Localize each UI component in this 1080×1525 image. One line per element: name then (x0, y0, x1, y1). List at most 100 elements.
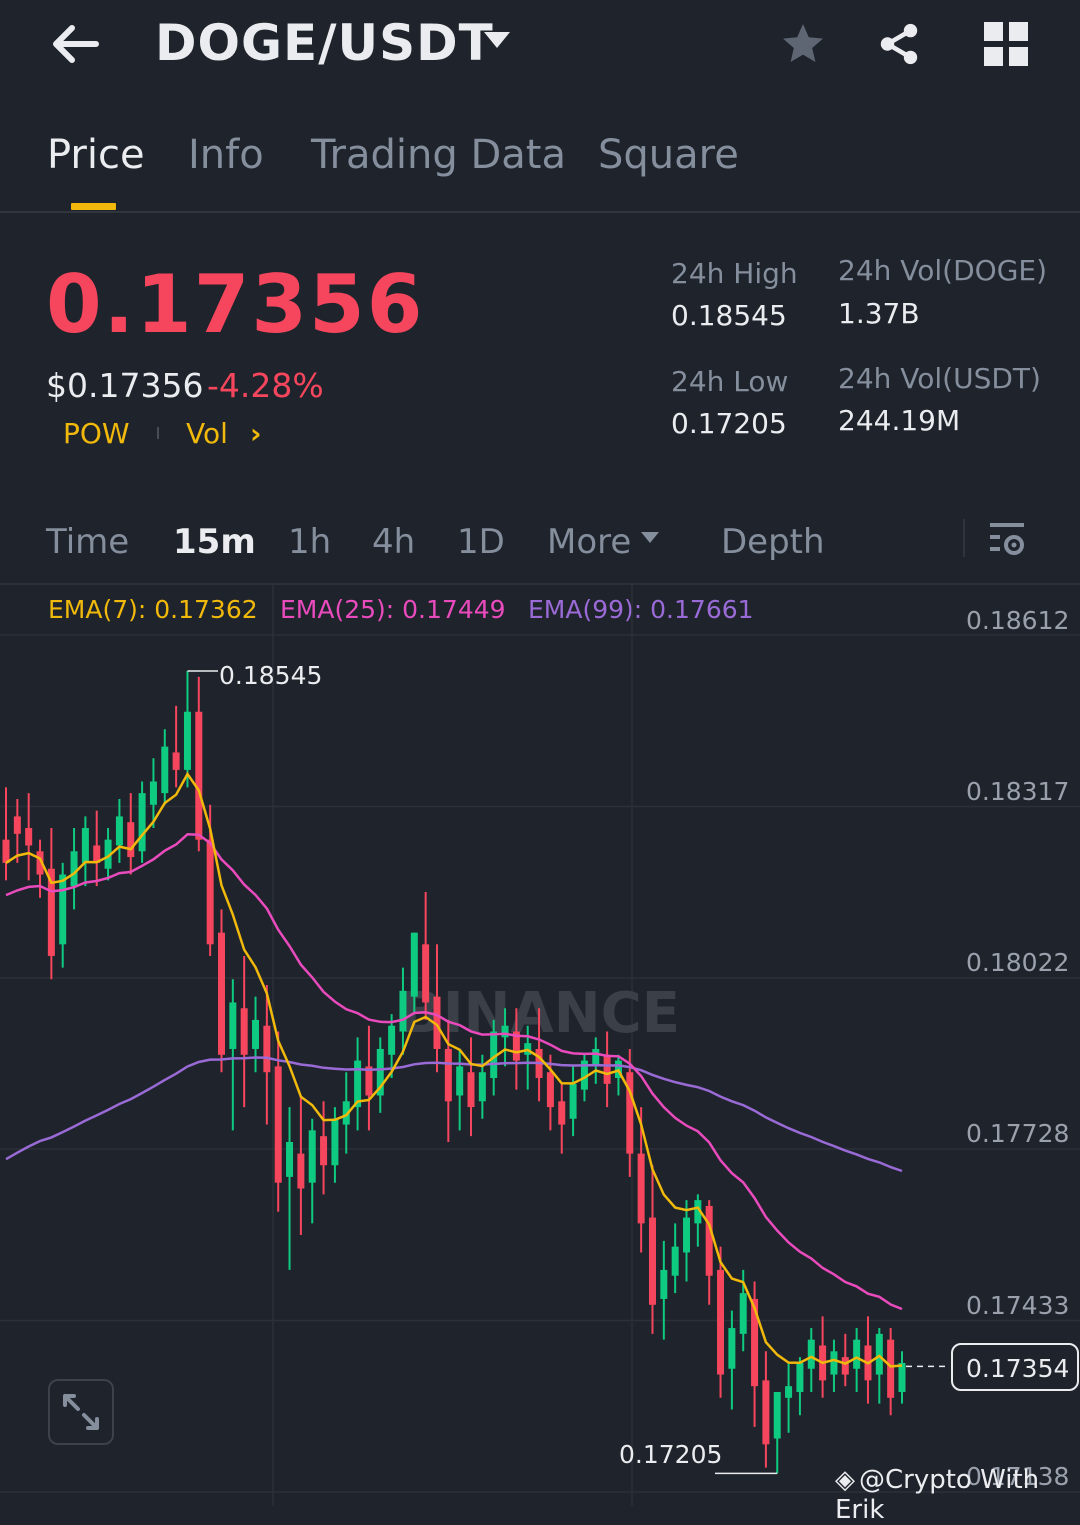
grid-icon[interactable] (984, 22, 1028, 66)
candle-body (172, 752, 180, 770)
candle-body (569, 1083, 577, 1119)
vol-usdt-label: 24h Vol(USDT) (838, 362, 1041, 395)
y-axis-label: 0.17728 (966, 1119, 1070, 1148)
tag-vol[interactable]: Vol (186, 417, 228, 450)
candle-body (456, 1066, 464, 1096)
star-icon[interactable] (778, 20, 828, 68)
candle-body (217, 932, 225, 1055)
candle-body (240, 1008, 248, 1055)
interval-separator (963, 519, 965, 557)
candle-body (331, 1118, 339, 1166)
candle-body (70, 851, 78, 887)
candle-body (13, 816, 21, 834)
tab-square[interactable]: Square (598, 132, 739, 178)
candle-body (229, 1002, 237, 1049)
active-tab-indicator (71, 203, 116, 210)
candlestick-chart[interactable]: BINANCE (0, 585, 1080, 1506)
candle-body (286, 1141, 294, 1177)
interval-time[interactable]: Time (46, 522, 129, 562)
binance-logo-icon: ◈ (835, 1465, 855, 1495)
interval-depth[interactable]: Depth (721, 522, 825, 562)
interval-4h[interactable]: 4h (372, 522, 415, 562)
candle-body (183, 711, 191, 770)
candle-body (320, 1136, 328, 1166)
candle-body (796, 1362, 804, 1392)
interval-1d[interactable]: 1D (457, 522, 505, 562)
candle-body (25, 828, 33, 846)
tab-price[interactable]: Price (47, 132, 145, 178)
tag-pow[interactable]: POW (63, 417, 130, 450)
candle-body (807, 1339, 815, 1369)
candle-body (660, 1269, 668, 1299)
candle-body (717, 1269, 725, 1375)
candle-body (467, 1072, 475, 1108)
candle-body (683, 1217, 691, 1253)
tab-info[interactable]: Info (188, 132, 264, 178)
price-change-percent: -4.28% (207, 366, 324, 405)
candle-body (81, 828, 89, 863)
candle-body (422, 944, 430, 1003)
chart-settings-icon[interactable] (988, 519, 1028, 559)
candle-body (592, 1048, 600, 1067)
pair-dropdown-caret-icon[interactable] (484, 32, 510, 48)
candle-body (875, 1333, 883, 1375)
candle-body (898, 1362, 906, 1392)
interval-1h[interactable]: 1h (288, 522, 331, 562)
back-arrow-icon[interactable] (50, 22, 100, 66)
candle-body (308, 1130, 316, 1183)
low-label: 24h Low (671, 365, 789, 398)
creator-watermark: ◈ @Crypto With Erik (835, 1465, 1040, 1525)
interval-more[interactable]: More (547, 522, 631, 562)
candle-body (603, 1054, 611, 1084)
ema99-line (5, 1056, 903, 1173)
candle-body (830, 1351, 838, 1375)
candle-body (501, 1025, 509, 1038)
candle-body (263, 1025, 271, 1073)
max-price-marker: 0.18545 (219, 661, 323, 690)
candle-body (206, 839, 214, 945)
expand-icon (63, 1394, 99, 1430)
candle-body (705, 1205, 713, 1276)
candle-body (648, 1217, 656, 1305)
y-axis-label: 0.18317 (966, 777, 1070, 806)
candle-body (115, 816, 123, 846)
high-value: 0.18545 (671, 299, 787, 332)
current-price-label: 0.17354 (966, 1354, 1070, 1383)
y-axis-label: 0.18022 (966, 948, 1070, 977)
min-price-marker: 0.17205 (619, 1440, 723, 1469)
candle-body (59, 874, 67, 945)
candle-body (671, 1246, 679, 1276)
candle-body (2, 839, 10, 863)
candle-body (127, 822, 135, 858)
candle-body (637, 1153, 645, 1224)
fullscreen-button[interactable] (48, 1379, 114, 1445)
vol-doge-value: 1.37B (838, 297, 920, 330)
candle-body (410, 932, 418, 997)
y-axis-label: 0.18612 (966, 606, 1070, 635)
low-value: 0.17205 (671, 407, 787, 440)
candle-body (274, 1066, 282, 1183)
candle-body (558, 1101, 566, 1125)
candle-body (399, 990, 407, 1032)
share-icon[interactable] (876, 20, 922, 68)
usd-price: $0.17356 (46, 366, 204, 405)
candle-body (195, 711, 203, 840)
tab-trading-data[interactable]: Trading Data (311, 132, 566, 178)
candle-body (887, 1339, 895, 1398)
candle-body (297, 1153, 305, 1189)
candle-body (773, 1391, 781, 1439)
candle-body (149, 781, 157, 805)
candle-body (853, 1339, 861, 1369)
candle-body (739, 1293, 747, 1334)
high-label: 24h High (671, 257, 798, 290)
interval-15m[interactable]: 15m (173, 522, 256, 562)
ema7-line (5, 771, 903, 1368)
more-caret-icon[interactable] (641, 532, 659, 543)
tabs-divider (0, 211, 1080, 213)
tag-separator (157, 427, 159, 439)
y-axis-label: 0.17433 (966, 1291, 1070, 1320)
chevron-right-icon[interactable]: › (250, 417, 262, 450)
candle-body (138, 793, 146, 852)
vol-usdt-value: 244.19M (838, 404, 961, 437)
pair-title[interactable]: DOGE/USDT (155, 14, 494, 72)
